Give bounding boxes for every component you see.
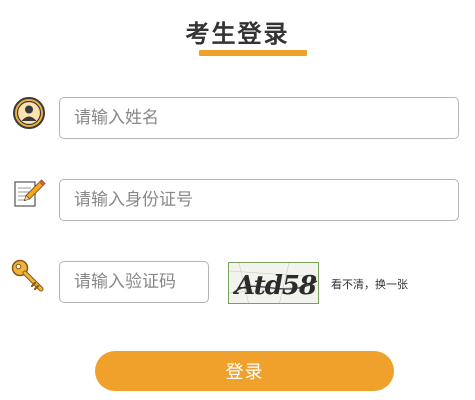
id-number-input[interactable] [59, 179, 459, 221]
login-button[interactable]: 登录 [95, 351, 394, 391]
refresh-captcha-link[interactable]: 看不清，换一张 [331, 276, 408, 292]
page-title: 考生登录 [185, 20, 290, 48]
captcha-image[interactable]: Atd58 [228, 262, 319, 304]
captcha-text: Atd58 [232, 271, 317, 301]
key-icon [10, 258, 44, 292]
user-avatar-icon [12, 96, 46, 130]
captcha-input[interactable] [59, 261, 209, 303]
name-input[interactable] [59, 97, 459, 139]
pencil-note-icon [12, 176, 46, 210]
title-underline [199, 50, 307, 56]
